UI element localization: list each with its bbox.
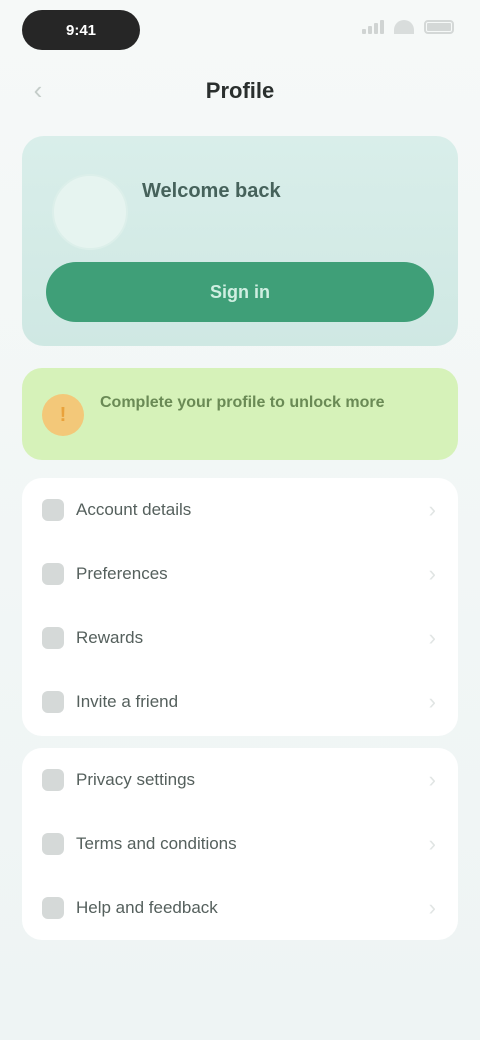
profile-card: Welcome back Sign in <box>22 136 458 346</box>
alert-icon: ! <box>42 394 84 436</box>
list-item-label: Terms and conditions <box>76 834 237 853</box>
chevron-right-icon: › <box>428 625 436 650</box>
signal-icon <box>362 20 384 34</box>
list-item-account-details[interactable]: Account details › <box>22 478 458 542</box>
share-icon <box>42 691 64 713</box>
gift-icon <box>42 627 64 649</box>
list-item-terms[interactable]: Terms and conditions › <box>22 812 458 876</box>
chevron-right-icon: › <box>428 497 436 522</box>
wifi-icon <box>394 20 414 34</box>
list-item-privacy[interactable]: Privacy settings › <box>22 748 458 812</box>
chevron-right-icon: › <box>428 561 436 586</box>
help-icon <box>42 897 64 919</box>
sign-in-button[interactable]: Sign in <box>46 262 434 322</box>
list-item-label: Preferences <box>76 564 168 583</box>
list-item-label: Rewards <box>76 628 144 647</box>
avatar[interactable] <box>52 174 128 250</box>
list-item-rewards[interactable]: Rewards › <box>22 606 458 670</box>
list-item-label: Invite a friend <box>76 692 179 711</box>
chevron-right-icon: › <box>428 689 436 714</box>
status-icons <box>362 20 454 34</box>
list-item-preferences[interactable]: Preferences › <box>22 542 458 606</box>
chevron-right-icon: › <box>428 767 436 792</box>
list-item-label: Help and feedback <box>76 898 218 917</box>
chevron-right-icon: › <box>428 895 436 920</box>
user-icon <box>42 499 64 521</box>
settings-icon <box>42 563 64 585</box>
profile-greeting: Welcome back <box>142 180 281 202</box>
list-item-help[interactable]: Help and feedback › <box>22 876 458 940</box>
document-icon <box>42 833 64 855</box>
list-item-invite[interactable]: Invite a friend › <box>22 670 458 734</box>
status-bar: 9:41 <box>0 0 480 64</box>
chevron-right-icon: › <box>428 831 436 856</box>
battery-icon <box>424 20 454 34</box>
settings-group-secondary: Privacy settings › Terms and conditions … <box>22 748 458 940</box>
list-item-label: Privacy settings <box>76 770 196 789</box>
banner-title: Complete your profile to unlock more <box>100 394 385 411</box>
lock-icon <box>42 769 64 791</box>
navigation-bar: ‹ Profile <box>0 64 480 116</box>
profile-banner[interactable]: ! Complete your profile to unlock more <box>22 368 458 460</box>
status-time: 9:41 <box>22 10 140 50</box>
page-title: Profile <box>205 78 275 103</box>
list-item-label: Account details <box>76 500 192 519</box>
settings-group-primary: Account details › Preferences › Rewards … <box>22 478 458 736</box>
